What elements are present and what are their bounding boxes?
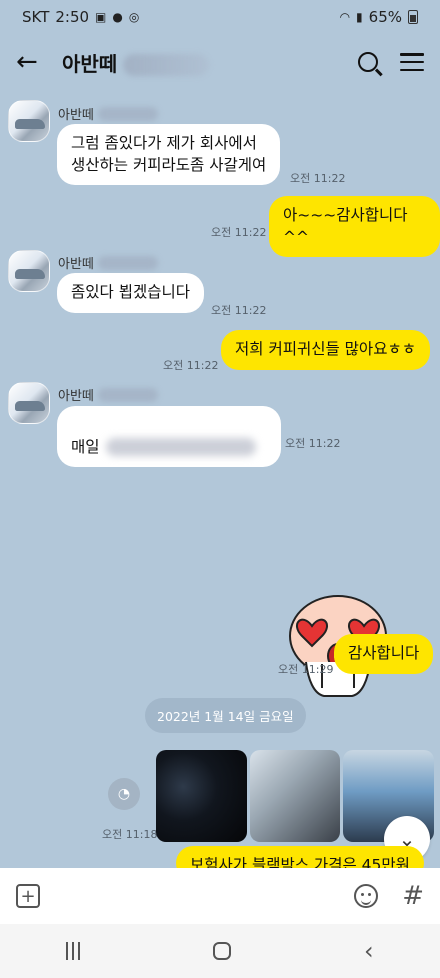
carrier-label: SKT — [22, 8, 50, 26]
message-bubble-received[interactable]: 좀있다 뵙겠습니다 — [57, 273, 205, 313]
photo-thumbnail[interactable] — [249, 750, 341, 842]
search-icon[interactable] — [358, 52, 378, 72]
message-time: 오전 11:22 — [290, 172, 346, 185]
battery-percent: 65% — [368, 8, 402, 26]
message-notification-icon: ● — [112, 10, 123, 24]
share-icon: ◔ — [117, 786, 131, 802]
status-bar: SKT 2:50 ▣ ● ◎ ◠ ▮ 65% — [0, 0, 440, 34]
message-time: 오전 11:29 — [278, 663, 334, 676]
photo-thumbnail[interactable] — [156, 750, 247, 842]
chat-header: ← 아반떼 — [0, 34, 440, 90]
wifi-icon: ◠ — [339, 10, 351, 24]
hash-button[interactable]: # — [402, 881, 424, 911]
recent-apps-button[interactable] — [66, 942, 81, 960]
avatar[interactable] — [8, 382, 50, 424]
date-divider: 2022년 1월 14일 금요일 — [145, 698, 306, 733]
message-time: 오전 11:22 — [211, 226, 267, 239]
clock-label: 2:50 — [55, 8, 90, 26]
message-bubble-received[interactable]: 그럼 좀있다가 제가 회사에서 생산하는 커피라도좀 사갈게여 — [57, 124, 281, 186]
image-notification-icon: ▣ — [95, 10, 107, 24]
blurred-name — [123, 54, 210, 76]
message-bubble-sent[interactable]: 감사합니다 — [334, 634, 434, 674]
emoji-icon[interactable] — [354, 884, 379, 908]
chat-title: 아반떼 — [62, 48, 210, 77]
message-bubble-received[interactable]: 매일 — [57, 406, 281, 468]
chat-area[interactable]: 아반떼 그럼 좀있다가 제가 회사에서 생산하는 커피라도좀 사갈게여 오전 1… — [0, 90, 440, 880]
battery-icon — [408, 10, 418, 24]
blurred-text — [105, 438, 256, 457]
signal-icon: ▮ — [356, 10, 363, 24]
hamburger-menu-icon[interactable] — [400, 53, 424, 71]
message-input-bar: + # — [0, 868, 440, 924]
message-time: 오전 11:22 — [211, 304, 267, 317]
back-button[interactable]: ← — [16, 47, 52, 77]
sender-name: 아반떼 — [58, 253, 158, 272]
message-time: 오전 11:18 — [102, 828, 158, 841]
message-time: 오전 11:22 — [163, 359, 219, 372]
plus-icon[interactable]: + — [16, 884, 40, 908]
arrow-left-icon: ← — [16, 47, 38, 77]
message-bubble-sent[interactable]: 저희 커피귀신들 많아요ㅎㅎ — [221, 330, 430, 370]
share-button[interactable]: ◔ — [108, 778, 140, 810]
system-nav-bar: ‹ — [0, 924, 440, 978]
avatar[interactable] — [8, 250, 50, 292]
message-bubble-sent[interactable]: 아~~~감사합니다^^ — [269, 196, 440, 258]
chat-title-text: 아반떼 — [62, 51, 118, 76]
nav-back-button[interactable]: ‹ — [364, 937, 374, 965]
home-button[interactable] — [213, 942, 232, 960]
sender-name: 아반떼 — [58, 385, 158, 404]
avatar[interactable] — [8, 100, 50, 142]
sender-name: 아반떼 — [58, 104, 158, 123]
instagram-notification-icon: ◎ — [128, 10, 140, 24]
message-text: 매일 — [71, 437, 100, 456]
message-time: 오전 11:22 — [285, 437, 341, 450]
